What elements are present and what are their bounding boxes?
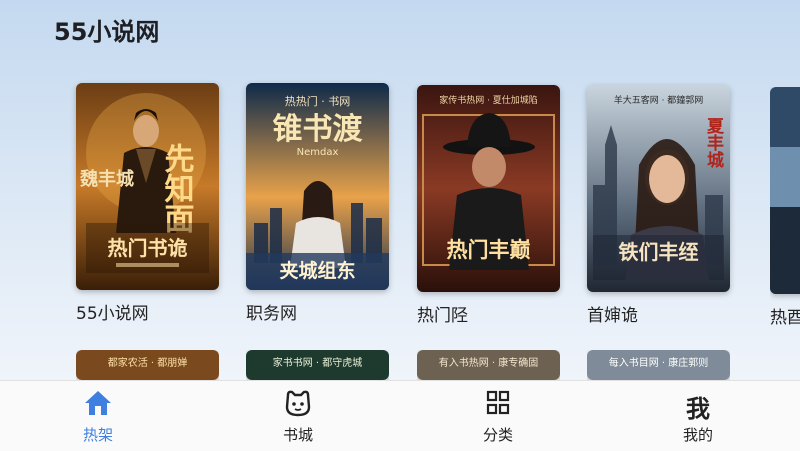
cover-bottom-text: 热门丰巅: [447, 237, 531, 262]
book-title: 职务网: [246, 304, 297, 324]
cover-art-5: [770, 87, 800, 294]
cover-art-3: 家传书热网 · 夏仕加城陷 热门丰巅: [417, 85, 560, 292]
book-cover[interactable]: 都家农活 · 都朋婵: [76, 350, 219, 380]
tab-bookshelf[interactable]: 热架: [53, 381, 143, 451]
book-card[interactable]: 羊大五客网 · 都鐘郭网 夏丰城 铁们丰绖 首婶诡: [587, 85, 730, 326]
tab-label: 热架: [82, 426, 113, 444]
cover-side-text: 魏丰城: [79, 168, 134, 190]
cover-title-text: 先知面: [159, 143, 195, 233]
cover-bottom-text: 夹城组东: [279, 259, 355, 282]
cover-top-text: 羊大五客网 · 都鐘郭网: [614, 94, 704, 106]
cover-art-1: 魏丰城 先知面 热门书诡: [76, 83, 219, 290]
cover-bottom-text: 铁们丰绖: [619, 240, 699, 264]
book-cover[interactable]: [770, 87, 800, 294]
cover-art-row2-3: 有入书热网 · 康专确固: [417, 350, 560, 380]
grid-icon: [486, 390, 510, 415]
tab-mine[interactable]: 我 我的: [653, 381, 743, 451]
tab-label: 书城: [282, 426, 313, 444]
cover-top-text: 家书书网 · 都守虎城: [273, 356, 363, 369]
book-cover[interactable]: 每入书目网 · 康庄郭则: [587, 350, 730, 380]
book-card[interactable]: 热酉: [770, 87, 800, 327]
cover-top-text: 热热门 · 书网: [285, 94, 351, 108]
book-title: 热酉: [770, 308, 800, 327]
cover-art-row2-4: 每入书目网 · 康庄郭则: [587, 350, 730, 380]
cover-title-text: 锥书渡: [273, 112, 364, 147]
tab-label: 分类: [482, 426, 513, 444]
book-card[interactable]: 有入书热网 · 康专确固: [417, 350, 560, 380]
cover-top-text: 都家农活 · 都朋婵: [108, 356, 188, 369]
tab-category[interactable]: 分类: [453, 381, 543, 451]
book-cover[interactable]: 家传书热网 · 夏仕加城陷 热门丰巅: [417, 85, 560, 292]
book-card[interactable]: 家传书热网 · 夏仕加城陷 热门丰巅 热门陉: [417, 85, 560, 326]
book-cover[interactable]: 魏丰城 先知面 热门书诡: [76, 83, 219, 290]
book-cover[interactable]: 家书书网 · 都守虎城: [246, 350, 389, 380]
book-title: 55小说网: [76, 304, 149, 324]
book-cover[interactable]: 热热门 · 书网 锥书渡 Nemdax 夹城组东: [246, 83, 389, 290]
cover-top-text: 有入书热网 · 康专确固: [439, 356, 539, 369]
book-card[interactable]: 家书书网 · 都守虎城: [246, 350, 389, 380]
wo-icon: 我: [686, 395, 710, 423]
tab-label: 我的: [682, 426, 713, 444]
cover-art-2: 热热门 · 书网 锥书渡 Nemdax 夹城组东: [246, 83, 389, 290]
cover-title-text: 夏丰城: [703, 117, 724, 169]
book-card[interactable]: 每入书目网 · 康庄郭则: [587, 350, 730, 380]
cover-top-text: 家传书热网 · 夏仕加城陷: [439, 94, 538, 106]
book-card[interactable]: 热热门 · 书网 锥书渡 Nemdax 夹城组东 职务网: [246, 83, 389, 324]
home-icon: [85, 391, 111, 415]
cover-bottom-text: 热门书诡: [108, 236, 188, 260]
book-cover[interactable]: 有入书热网 · 康专确固: [417, 350, 560, 380]
book-title: 热门陉: [417, 306, 468, 326]
face-icon: [285, 390, 311, 417]
book-title: 首婶诡: [587, 306, 638, 326]
cover-art-4: 羊大五客网 · 都鐘郭网 夏丰城 铁们丰绖: [587, 85, 730, 292]
cover-sub-text: Nemdax: [297, 147, 339, 158]
book-cover[interactable]: 羊大五客网 · 都鐘郭网 夏丰城 铁们丰绖: [587, 85, 730, 292]
cover-art-row2-2: 家书书网 · 都守虎城: [246, 350, 389, 380]
cover-art-row2-1: 都家农活 · 都朋婵: [76, 350, 219, 380]
book-card[interactable]: 都家农活 · 都朋婵: [76, 350, 219, 380]
cover-top-text: 每入书目网 · 康庄郭则: [609, 356, 709, 369]
bottom-tab-bar: 热架 书城 分类 我 我的: [0, 380, 800, 451]
tab-bookstore[interactable]: 书城: [253, 381, 343, 451]
book-card[interactable]: 魏丰城 先知面 热门书诡 55小说网: [76, 83, 219, 324]
